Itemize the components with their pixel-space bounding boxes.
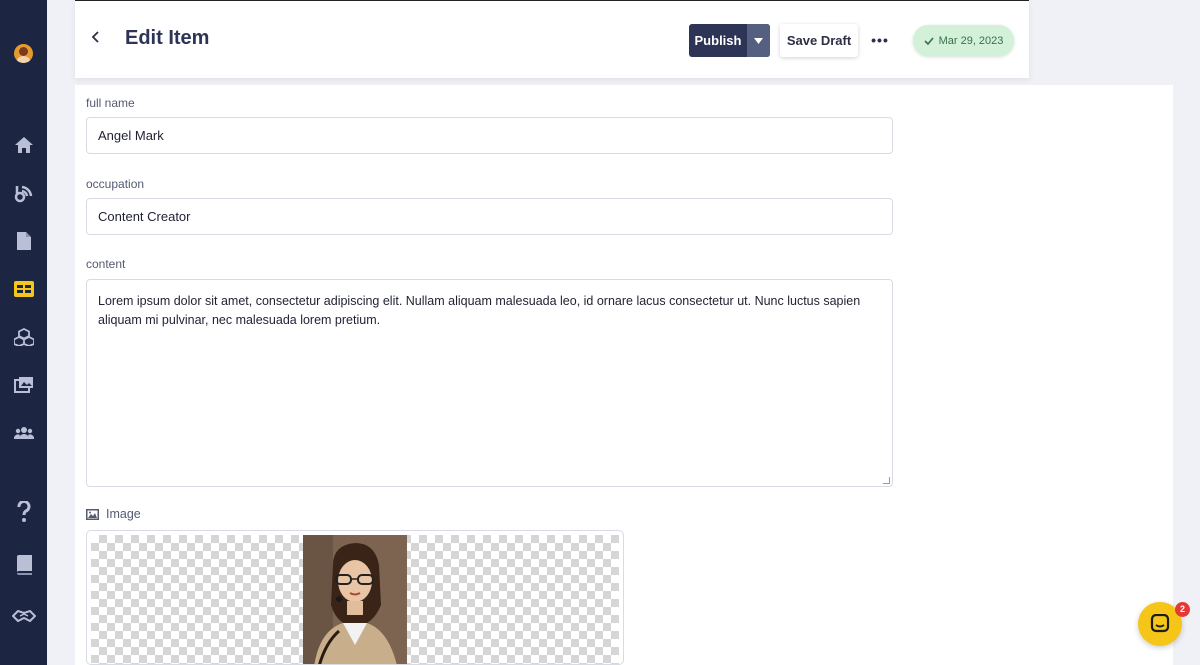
handshake-icon[interactable]	[12, 604, 36, 628]
occupation-label: occupation	[86, 177, 145, 191]
full-name-label: full name	[86, 96, 135, 110]
content-label: content	[86, 257, 126, 271]
image-upload-preview[interactable]	[86, 530, 624, 665]
users-icon[interactable]	[12, 421, 36, 445]
unread-count-badge: 2	[1175, 602, 1190, 617]
sidebar	[0, 0, 47, 665]
home-icon[interactable]	[12, 133, 36, 157]
image-label-text: Image	[106, 507, 141, 521]
uploaded-photo	[303, 535, 407, 664]
full-name-input[interactable]: Angel Mark	[86, 117, 893, 154]
table-icon[interactable]	[12, 277, 36, 301]
occupation-input[interactable]: Content Creator	[86, 198, 893, 235]
chevron-left-icon	[91, 31, 99, 43]
check-icon	[924, 36, 934, 45]
image-label: Image	[86, 507, 141, 521]
content-textarea[interactable]: Lorem ipsum dolor sit amet, consectetur …	[86, 279, 893, 487]
publish-split-button[interactable]: Publish	[689, 24, 770, 57]
save-draft-button[interactable]: Save Draft	[780, 24, 858, 57]
saved-date-badge: Mar 29, 2023	[913, 25, 1014, 56]
page-title: Edit Item	[125, 27, 210, 49]
header-bar: Edit Item Publish Save Draft ••• Mar 29,…	[75, 0, 1029, 78]
document-icon[interactable]	[12, 229, 36, 253]
book-icon[interactable]	[12, 553, 36, 577]
blocks-icon[interactable]	[12, 325, 36, 349]
saved-date-text: Mar 29, 2023	[938, 34, 1004, 47]
blog-icon[interactable]	[12, 181, 36, 205]
help-icon[interactable]	[12, 500, 36, 524]
image-icon	[86, 508, 99, 520]
edit-form: full name Angel Mark occupation Content …	[75, 85, 1173, 665]
content-text: Lorem ipsum dolor sit amet, consectetur …	[98, 294, 861, 327]
more-options-button[interactable]: •••	[870, 31, 890, 49]
user-avatar[interactable]	[14, 44, 33, 63]
publish-button[interactable]: Publish	[689, 24, 747, 57]
resize-handle[interactable]	[883, 477, 890, 484]
publish-dropdown-button[interactable]	[747, 24, 770, 57]
caret-down-icon	[754, 37, 763, 44]
back-button[interactable]	[91, 30, 103, 50]
media-icon[interactable]	[12, 373, 36, 397]
chat-icon	[1150, 614, 1170, 633]
